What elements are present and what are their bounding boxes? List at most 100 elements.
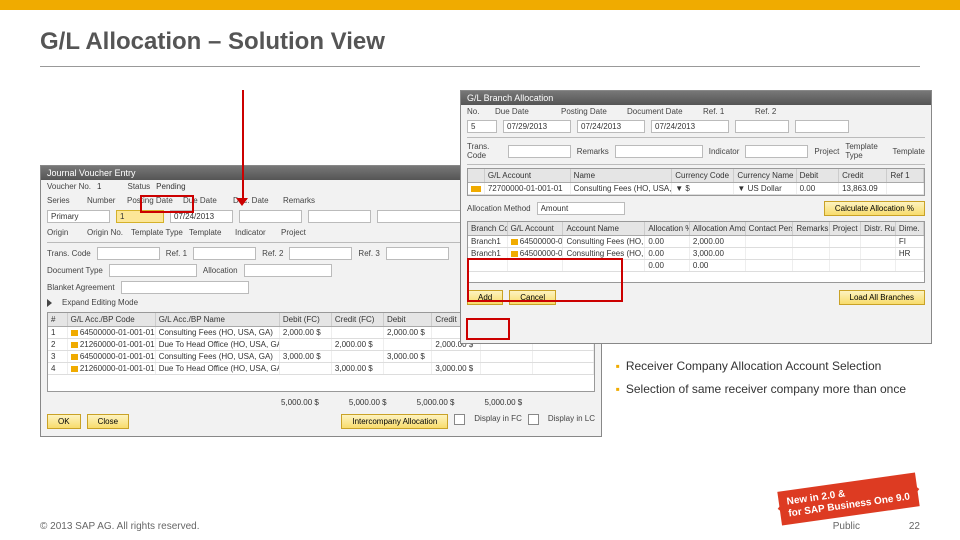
ok-button[interactable]: OK <box>47 414 81 429</box>
col-debit: Debit <box>797 169 839 182</box>
alloc-top-grid: G/L Account Name Currency Code Currency … <box>467 168 925 196</box>
row-link-icon[interactable] <box>471 186 481 192</box>
intercompany-button[interactable]: Intercompany Allocation <box>341 414 448 429</box>
col-remarks: Remarks <box>793 222 829 235</box>
copyright: © 2013 SAP AG. All rights reserved. <box>40 521 200 532</box>
val-curcode: ▼ $ <box>672 183 734 194</box>
col-alloc-pct: Allocation % <box>645 222 689 235</box>
lbl-series: Series <box>47 196 81 205</box>
ref2-input[interactable] <box>289 247 352 260</box>
lbl-origin-no: Origin No. <box>87 228 125 237</box>
chk-display-lc[interactable] <box>528 414 539 425</box>
ref1-input[interactable] <box>193 247 256 260</box>
posting-date-input2[interactable] <box>577 120 645 133</box>
col-curcode: Currency Code <box>672 169 734 182</box>
col-d: Debit <box>384 313 432 326</box>
document-type-input[interactable] <box>109 264 197 277</box>
lbl-trans-code: Trans. Code <box>47 249 91 258</box>
lbl-status: Status <box>127 182 150 191</box>
lbl-template: Template <box>189 228 229 237</box>
document-date-input[interactable] <box>651 120 729 133</box>
due-date-input[interactable] <box>239 210 302 223</box>
no-input[interactable] <box>467 120 497 133</box>
lbl-due-date2: Due Date <box>495 107 555 116</box>
bullet-box: ▪Receiver Company Allocation Account Sel… <box>602 345 920 411</box>
lbl-remarks: Remarks <box>283 196 315 205</box>
tot-dfc: 5,000.00 $ <box>281 398 319 407</box>
val-status: Pending <box>156 182 185 191</box>
trans-code-input2[interactable] <box>508 145 571 158</box>
posting-date-input[interactable] <box>170 210 233 223</box>
val-credit: 13,863.09 <box>839 183 887 194</box>
ref1-input2[interactable] <box>735 120 789 133</box>
val-voucher-no: 1 <box>97 182 101 191</box>
col-branch: Branch Code <box>468 222 508 235</box>
bullet-2: ▪Selection of same receiver company more… <box>616 378 906 401</box>
table-row[interactable]: 0.000.00 <box>468 260 924 272</box>
lbl-remarks2: Remarks <box>577 147 609 156</box>
doc-date-input[interactable] <box>308 210 371 223</box>
lbl-ref3: Ref. 3 <box>358 249 379 258</box>
calc-button[interactable]: Calculate Allocation % <box>824 201 925 216</box>
number-input[interactable] <box>116 210 164 223</box>
divider <box>40 66 920 67</box>
remarks-input2[interactable] <box>615 145 703 158</box>
ref3-input[interactable] <box>386 247 449 260</box>
lbl-display-lc: Display in LC <box>548 414 595 429</box>
load-branches-button[interactable]: Load All Branches <box>839 290 926 305</box>
tot-d: 5,000.00 $ <box>417 398 455 407</box>
table-row[interactable]: Branch1 64500000-01-001Consulting Fees (… <box>468 248 924 260</box>
val-name: Consulting Fees (HO, USA, $ <box>571 183 673 194</box>
table-row[interactable]: 3 64500000-01-001-01Consulting Fees (HO,… <box>48 351 594 363</box>
lbl-project2: Project <box>814 147 839 156</box>
lbl-posting-date2: Posting Date <box>561 107 621 116</box>
blanket-input[interactable] <box>121 281 249 294</box>
col-ref1b: Ref 1 <box>887 169 924 182</box>
table-row[interactable]: 4 21260000-01-001-01Due To Head Office (… <box>48 363 594 375</box>
col-name: Name <box>571 169 673 182</box>
chk-display-fc[interactable] <box>454 414 465 425</box>
lbl-template-type: Template Type <box>131 228 183 237</box>
lbl-ref1-2: Ref. 1 <box>703 107 749 116</box>
jv-totals: 5,000.00 $ 5,000.00 $ 5,000.00 $ 5,000.0… <box>41 395 601 410</box>
lbl-method: Allocation Method <box>467 204 531 213</box>
indicator-input[interactable] <box>745 145 808 158</box>
col-code: G/L Acc./BP Code <box>68 313 156 326</box>
lbl-allocation: Allocation <box>203 266 238 275</box>
lbl-origin: Origin <box>47 228 81 237</box>
method-input[interactable] <box>537 202 625 215</box>
ref2-input2[interactable] <box>795 120 849 133</box>
col-distr: Distr. Rule <box>861 222 896 235</box>
lbl-document-date: Document Date <box>627 107 697 116</box>
table-row[interactable]: Branch1 64500000-01-001Consulting Fees (… <box>468 236 924 248</box>
alloc-detail-grid: Branch Code G/L Account Account Name All… <box>467 221 925 283</box>
cancel-button[interactable]: Cancel <box>509 290 556 305</box>
lbl-expand[interactable]: Expand Editing Mode <box>62 298 138 307</box>
remarks-input[interactable] <box>377 210 465 223</box>
lbl-blanket: Blanket Agreement <box>47 283 115 292</box>
lbl-number: Number <box>87 196 121 205</box>
val-gl: 72700000-01-001-01 <box>485 183 571 194</box>
allocation-input[interactable] <box>244 264 332 277</box>
lbl-voucher-no: Voucher No. <box>47 182 91 191</box>
lbl-display-fc: Display in FC <box>474 414 522 429</box>
lbl-due-date: Due Date <box>183 196 227 205</box>
col-dim: Dime. <box>896 222 924 235</box>
add-button[interactable]: Add <box>467 290 503 305</box>
col-credit: Credit <box>839 169 887 182</box>
close-button[interactable]: Close <box>87 414 129 429</box>
col-contact: Contact Persons <box>746 222 794 235</box>
series-input[interactable] <box>47 210 110 223</box>
lbl-project: Project <box>281 228 306 237</box>
col-alloc-amt: Allocation Amount <box>690 222 746 235</box>
slide-title: G/L Allocation – Solution View <box>40 28 960 56</box>
col-cfc: Credit (FC) <box>332 313 384 326</box>
arrow-head-icon <box>236 198 248 206</box>
alloc-window-title: G/L Branch Allocation <box>461 91 931 105</box>
due-date-input2[interactable] <box>503 120 571 133</box>
col-name: G/L Acc./BP Name <box>156 313 280 326</box>
expand-icon[interactable] <box>47 299 52 307</box>
trans-code-input[interactable] <box>97 247 160 260</box>
alloc-top-row[interactable]: 72700000-01-001-01 Consulting Fees (HO, … <box>468 183 924 195</box>
lbl-posting-date: Posting Date <box>127 196 177 205</box>
